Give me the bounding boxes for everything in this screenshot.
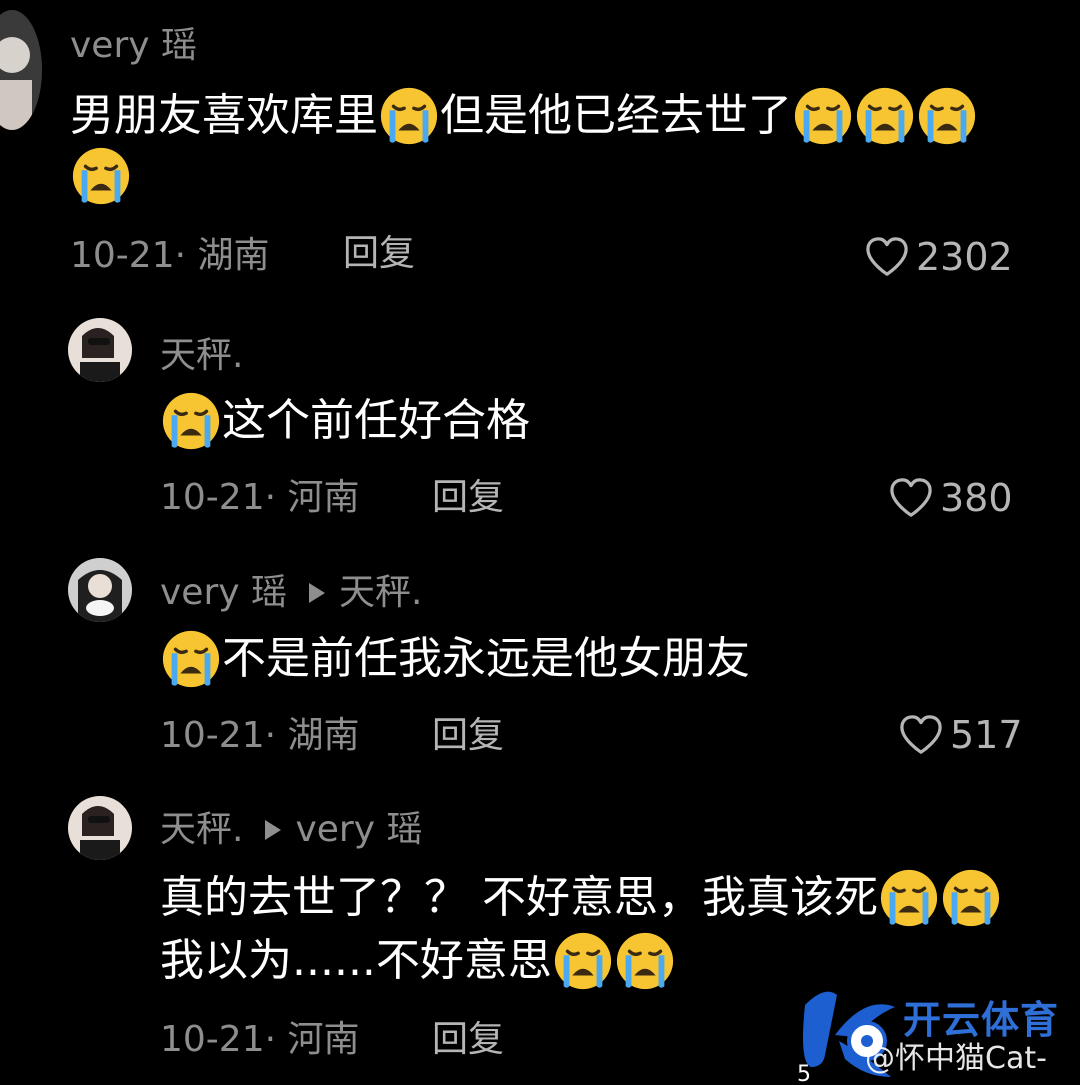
comment-text-part: 男朋友喜欢库里 [70,90,378,141]
avatar[interactable] [68,558,132,622]
loudly-crying-face-icon [160,628,222,690]
comment-username[interactable]: 天秤. [160,338,243,374]
comment-text-line2: 我以为......不好意思 [160,928,676,994]
heart-icon [898,714,944,756]
reply-button[interactable]: 回复 [432,718,504,754]
reply-author[interactable]: very 瑶 [160,575,287,611]
comment-text: 男朋友喜欢库里 但是他已经去世了 [70,83,978,149]
comment-text: 真的去世了？？ 不好意思，我真该死 [160,865,1002,931]
comment-username: very 瑶 天秤. [160,575,422,611]
comment-username[interactable]: very 瑶 [70,28,197,64]
like-count: 2302 [916,235,1013,279]
avatar[interactable] [0,10,42,130]
reply-button[interactable]: 回复 [432,1022,504,1058]
reply-arrow-icon [309,583,326,603]
comment-text-part: 真的去世了？？ 不好意思，我真该死 [160,872,878,923]
reply-target[interactable]: very 瑶 [295,812,422,848]
comment-meta: 10-21· 湖南 [160,715,360,756]
loudly-crying-face-icon [70,145,132,207]
like-button[interactable]: 380 [888,477,1013,519]
like-button[interactable]: 517 [898,714,1023,756]
avatar[interactable] [68,796,132,860]
loudly-crying-face-icon [878,867,940,929]
comment-meta: 10-21· 湖南 [70,235,270,276]
comment-meta: 10-21· 河南 [160,1019,360,1060]
comment-text-part: 不是前任我永远是他女朋友 [222,633,750,684]
watermark: 5 开云体育 @怀中猫Cat- [795,985,1080,1085]
like-count: 380 [940,476,1013,520]
heart-icon [888,477,934,519]
loudly-crying-face-icon [940,867,1002,929]
loudly-crying-face-icon [916,85,978,147]
reply-author[interactable]: 天秤. [160,812,243,848]
loudly-crying-face-icon [614,930,676,992]
like-count: 517 [950,713,1023,757]
loudly-crying-face-icon [378,85,440,147]
reply-button[interactable]: 回复 [432,480,504,516]
comment-text: 这个前任好合格 [160,388,530,454]
heart-icon [864,236,910,278]
loudly-crying-face-icon [160,390,222,452]
comment-text: 不是前任我永远是他女朋友 [160,626,750,692]
comment-meta: 10-21· 河南 [160,477,360,518]
comment-username: 天秤. very 瑶 [160,812,422,848]
reply-button[interactable]: 回复 [343,236,415,272]
reply-target[interactable]: 天秤. [339,575,422,611]
loudly-crying-face-icon [792,85,854,147]
svg-text:5: 5 [797,1062,811,1085]
comment-text-part: 这个前任好合格 [222,395,530,446]
like-button[interactable]: 2302 [864,236,1013,278]
comment-text-part: 但是他已经去世了 [440,90,792,141]
comment-text-line2 [70,145,132,207]
loudly-crying-face-icon [854,85,916,147]
reply-arrow-icon [265,820,282,840]
loudly-crying-face-icon [552,930,614,992]
watermark-handle: @怀中猫Cat- [865,1041,1047,1076]
comment-text-part: 我以为......不好意思 [160,935,552,986]
avatar[interactable] [68,318,132,382]
